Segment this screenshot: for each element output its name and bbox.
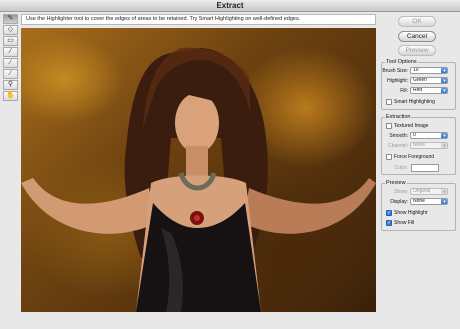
extraction-group: Extraction Textured Image Smooth: 0 ▼ Ch… [381, 114, 456, 175]
color-row: Color: [384, 164, 453, 172]
fill-row: Fill: Red ▼ [384, 87, 453, 95]
show-highlight-checkbox[interactable]: ✓ [386, 210, 392, 216]
channel-label: Channel: [387, 143, 408, 149]
brush-size-field[interactable]: 10 ▼ [410, 67, 448, 74]
highlight-row: Highlight: Green ▼ [384, 77, 453, 85]
magnifier-icon: ⚲ [7, 81, 14, 88]
touchup-icon: ∕ [9, 70, 12, 77]
eyedropper-icon: ⁄ [9, 48, 12, 55]
show-highlight-label: Show Highlight [394, 210, 428, 216]
display-row: Display: None ▼ [384, 198, 453, 206]
smooth-row: Smooth: 0 ▼ [384, 132, 453, 140]
display-value: None [413, 198, 425, 204]
chevron-down-icon: ▼ [441, 199, 447, 204]
show-fill-label: Show Fill [394, 220, 415, 226]
force-foreground-checkbox[interactable] [386, 154, 392, 160]
window-title: Extract [0, 0, 460, 12]
textured-image-label: Textured Image [394, 123, 429, 129]
cleanup-icon: ∕ [9, 59, 12, 66]
textured-image-row[interactable]: Textured Image [384, 122, 453, 130]
photo-illustration [21, 47, 376, 312]
brush-size-label: Brush Size: [382, 68, 408, 74]
force-foreground-label: Force Foreground [394, 154, 435, 160]
show-select[interactable]: Original ▼ [410, 188, 448, 195]
image-preview-canvas[interactable] [21, 28, 376, 312]
chevron-down-icon: ▼ [441, 189, 447, 194]
chevron-down-icon: ▼ [441, 143, 447, 148]
highlight-value: Green [413, 77, 427, 83]
tool-options-group: Tool Options Brush Size: 10 ▼ Highlight:… [381, 59, 456, 110]
display-label: Display: [390, 199, 408, 205]
paint-bucket-icon: ◇ [7, 26, 14, 33]
show-row: Show: Original ▼ [384, 188, 453, 196]
cleanup-tool[interactable]: ∕ [3, 58, 18, 68]
eraser-icon: ▭ [7, 37, 14, 44]
hand-tool[interactable]: ✋ [3, 91, 18, 101]
hint-bar: Use the Highlighter tool to cover the ed… [21, 14, 376, 25]
color-label: Color: [394, 165, 408, 171]
fill-tool[interactable]: ◇ [3, 25, 18, 35]
fill-label: Fill: [400, 88, 408, 94]
preview-group: Preview Show: Original ▼ Display: None ▼… [381, 180, 456, 231]
color-swatch[interactable] [411, 164, 439, 172]
chevron-down-icon: ▼ [441, 88, 447, 93]
hand-icon: ✋ [6, 92, 15, 99]
extraction-title: Extraction [385, 114, 412, 121]
smooth-slider-icon[interactable]: ▼ [441, 133, 447, 138]
fill-select[interactable]: Red ▼ [410, 87, 448, 94]
preview-button[interactable]: Preview [398, 45, 436, 56]
preview-title: Preview [385, 180, 407, 187]
textured-image-checkbox[interactable] [386, 123, 392, 129]
cancel-button[interactable]: Cancel [398, 31, 436, 42]
brush-size-row: Brush Size: 10 ▼ [382, 67, 453, 75]
show-fill-checkbox[interactable]: ✓ [386, 220, 392, 226]
show-label: Show: [394, 189, 408, 195]
edge-highlighter-tool[interactable]: ✎ [3, 14, 18, 24]
show-highlight-row[interactable]: ✓ Show Highlight [384, 209, 453, 217]
smart-highlighting-row[interactable]: Smart Highlighting [384, 98, 453, 106]
eraser-tool[interactable]: ▭ [3, 36, 18, 46]
highlight-select[interactable]: Green ▼ [410, 77, 448, 84]
smooth-field[interactable]: 0 ▼ [410, 132, 448, 139]
ok-button[interactable]: OK [398, 16, 436, 27]
smart-highlighting-label: Smart Highlighting [394, 99, 435, 105]
brush-size-value: 10 [413, 67, 419, 73]
show-fill-row[interactable]: ✓ Show Fill [384, 219, 453, 227]
smooth-label: Smooth: [389, 133, 408, 139]
edge-touchup-tool[interactable]: ∕ [3, 69, 18, 79]
smooth-value: 0 [413, 132, 416, 138]
highlight-label: Highlight: [387, 78, 408, 84]
chevron-down-icon: ▼ [441, 78, 447, 83]
channel-select[interactable]: None ▼ [410, 142, 448, 149]
smart-highlighting-checkbox[interactable] [386, 99, 392, 105]
brush-size-slider-icon[interactable]: ▼ [441, 68, 447, 73]
channel-row: Channel: None ▼ [384, 142, 453, 150]
channel-value: None [413, 142, 425, 148]
zoom-tool[interactable]: ⚲ [3, 80, 18, 90]
fill-value: Red [413, 87, 423, 93]
tool-palette: ✎ ◇ ▭ ⁄ ∕ ∕ ⚲ ✋ [3, 14, 19, 104]
eyedropper-tool[interactable]: ⁄ [3, 47, 18, 57]
show-value: Original [413, 188, 431, 194]
pencil-icon: ✎ [7, 15, 14, 22]
tool-options-title: Tool Options [385, 59, 418, 66]
display-select[interactable]: None ▼ [410, 198, 448, 205]
force-foreground-row[interactable]: Force Foreground [384, 153, 453, 161]
